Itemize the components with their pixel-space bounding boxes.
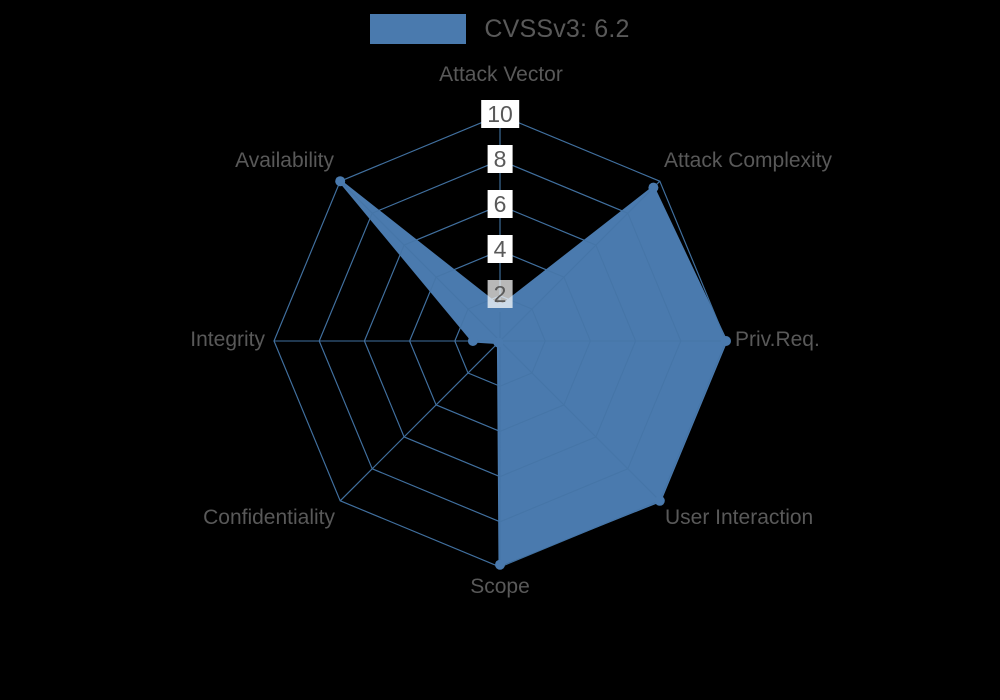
axis-label-attack-vector: Attack Vector xyxy=(439,63,563,86)
data-point-marker[interactable] xyxy=(648,182,659,193)
radial-tick-label-6: 6 xyxy=(487,190,513,219)
radial-tick-label-2: 2 xyxy=(487,280,513,309)
data-point-marker[interactable] xyxy=(493,337,504,348)
data-point-marker[interactable] xyxy=(335,176,346,187)
axis-label-confidentiality: Confidentiality xyxy=(203,506,335,529)
axis-label-attack-complexity: Attack Complexity xyxy=(664,149,833,172)
axis-label-availability: Availability xyxy=(235,149,334,172)
chart-legend: CVSSv3: 6.2 xyxy=(0,14,1000,44)
legend-label: CVSSv3: 6.2 xyxy=(484,14,630,43)
radial-tick-label-4: 4 xyxy=(487,235,513,264)
axis-label-scope: Scope xyxy=(470,575,530,598)
radar-chart-canvas: CVSSv3: 6.2 Attack Vector Attack Complexi… xyxy=(0,0,1000,700)
legend-swatch-icon xyxy=(370,14,467,44)
radial-tick-label-8: 8 xyxy=(487,145,513,174)
axis-label-priv-req: Priv.Req. xyxy=(735,328,820,351)
axis-label-user-interaction: User Interaction xyxy=(665,506,814,529)
axis-label-integrity: Integrity xyxy=(190,328,265,351)
radial-tick-label-10: 10 xyxy=(481,100,519,129)
data-point-marker[interactable] xyxy=(467,336,478,346)
data-point-marker[interactable] xyxy=(654,495,665,506)
data-point-marker[interactable] xyxy=(495,559,505,570)
data-point-marker[interactable] xyxy=(721,336,731,346)
